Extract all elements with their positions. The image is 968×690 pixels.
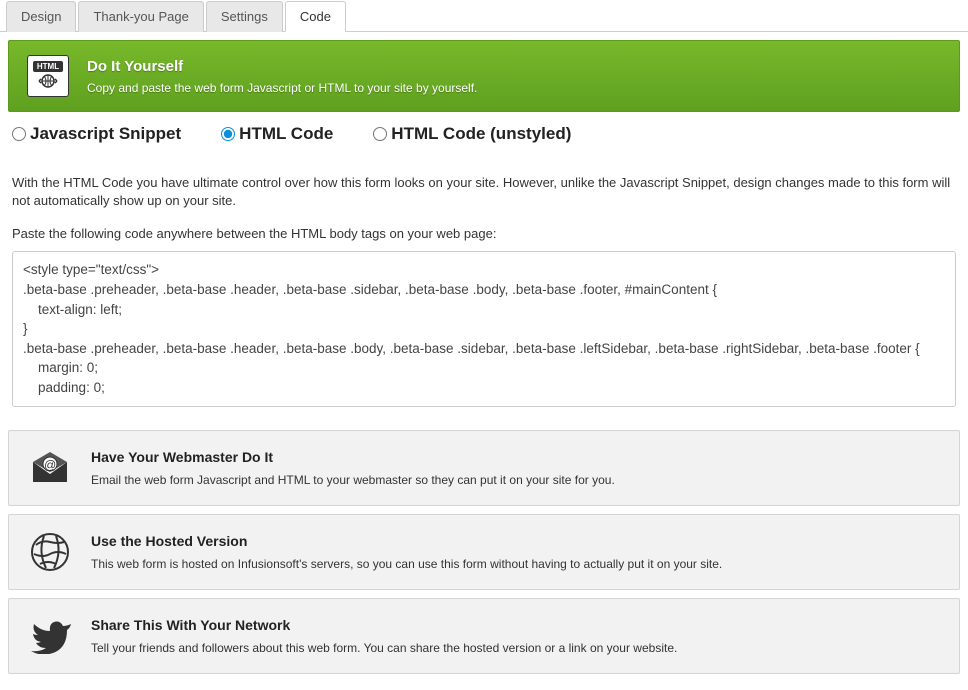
globe-icon xyxy=(27,529,73,575)
tab-code[interactable]: Code xyxy=(285,1,346,32)
bird-icon xyxy=(27,613,73,659)
hosted-title: Use the Hosted Version xyxy=(91,533,722,549)
section-webmaster-text: Have Your Webmaster Do It Email the web … xyxy=(91,449,615,487)
tab-thankyou[interactable]: Thank-you Page xyxy=(78,1,203,32)
mail-icon: @ xyxy=(27,445,73,491)
diy-banner: HTML Do It Yourself Copy and paste the w… xyxy=(8,40,960,112)
hosted-description: This web form is hosted on Infusionsoft'… xyxy=(91,557,722,571)
share-title: Share This With Your Network xyxy=(91,617,677,633)
radio-html-input[interactable] xyxy=(221,127,235,141)
webmaster-title: Have Your Webmaster Do It xyxy=(91,449,615,465)
radio-js-snippet[interactable]: Javascript Snippet xyxy=(12,124,181,144)
html-icon-label: HTML xyxy=(33,61,63,72)
tab-design[interactable]: Design xyxy=(6,1,76,32)
share-description: Tell your friends and followers about th… xyxy=(91,641,677,655)
content-area: HTML Do It Yourself Copy and paste the w… xyxy=(0,32,968,690)
html-icon: HTML xyxy=(27,55,69,97)
paste-instruction: Paste the following code anywhere betwee… xyxy=(8,220,960,251)
code-description: With the HTML Code you have ultimate con… xyxy=(8,150,960,220)
radio-html-unstyled[interactable]: HTML Code (unstyled) xyxy=(373,124,571,144)
banner-description: Copy and paste the web form Javascript o… xyxy=(87,81,477,95)
section-hosted[interactable]: Use the Hosted Version This web form is … xyxy=(8,514,960,590)
radio-js-input[interactable] xyxy=(12,127,26,141)
svg-text:@: @ xyxy=(44,458,56,472)
globe-icon xyxy=(38,74,58,91)
banner-text: Do It Yourself Copy and paste the web fo… xyxy=(87,58,477,95)
tabs-bar: Design Thank-you Page Settings Code xyxy=(0,0,968,32)
radio-html-label: HTML Code xyxy=(239,124,333,144)
section-share[interactable]: Share This With Your Network Tell your f… xyxy=(8,598,960,674)
section-hosted-text: Use the Hosted Version This web form is … xyxy=(91,533,722,571)
section-share-text: Share This With Your Network Tell your f… xyxy=(91,617,677,655)
radio-js-label: Javascript Snippet xyxy=(30,124,181,144)
radio-unstyled-label: HTML Code (unstyled) xyxy=(391,124,571,144)
webmaster-description: Email the web form Javascript and HTML t… xyxy=(91,473,615,487)
tab-settings[interactable]: Settings xyxy=(206,1,283,32)
radio-html-code[interactable]: HTML Code xyxy=(221,124,333,144)
code-type-radios: Javascript Snippet HTML Code HTML Code (… xyxy=(8,112,960,150)
section-webmaster[interactable]: @ Have Your Webmaster Do It Email the we… xyxy=(8,430,960,506)
banner-title: Do It Yourself xyxy=(87,58,477,75)
radio-unstyled-input[interactable] xyxy=(373,127,387,141)
code-textarea[interactable] xyxy=(12,251,956,407)
